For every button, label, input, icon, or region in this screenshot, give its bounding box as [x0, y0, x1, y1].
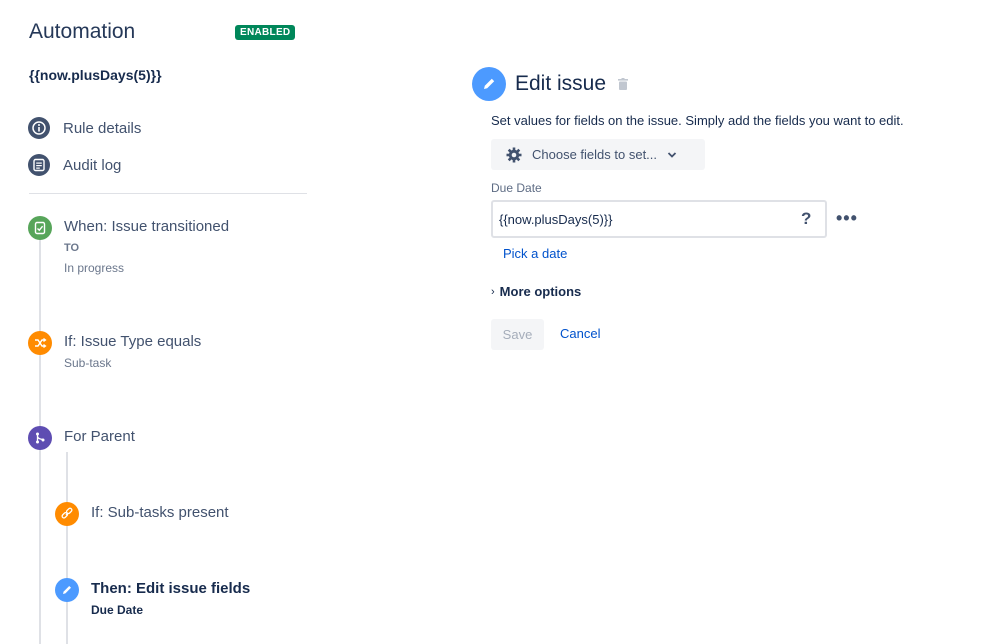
link-icon	[55, 502, 79, 526]
due-date-label: Due Date	[491, 181, 542, 195]
info-icon	[28, 117, 50, 139]
nav-rule-details-label: Rule details	[63, 119, 142, 137]
choose-fields-label: Choose fields to set...	[532, 147, 658, 162]
chevron-down-icon	[667, 151, 677, 159]
pencil-icon	[472, 67, 506, 101]
component-action-title: Then: Edit issue fields	[91, 580, 251, 597]
editor-header: Edit issue	[472, 67, 629, 101]
help-icon[interactable]: ?	[801, 209, 811, 229]
save-button[interactable]: Save	[491, 319, 544, 350]
component-trigger-to: TO	[64, 242, 80, 254]
more-actions-icon[interactable]: •••	[836, 209, 858, 227]
rule-name: {{now.plusDays(5)}}	[29, 67, 162, 83]
shuffle-icon	[28, 331, 52, 355]
component-branch-parent[interactable]: For Parent	[28, 426, 135, 450]
list-icon	[28, 154, 50, 176]
nav-rule-details[interactable]: Rule details	[28, 117, 141, 139]
nav-audit-log[interactable]: Audit log	[28, 154, 121, 176]
app-title: Automation	[29, 20, 136, 43]
component-subtasks-title: If: Sub-tasks present	[91, 504, 229, 521]
more-options-label: More options	[499, 284, 582, 299]
cancel-button[interactable]: Cancel	[560, 326, 600, 341]
editor-title: Edit issue	[515, 72, 607, 95]
trash-icon[interactable]	[618, 78, 629, 90]
due-date-input[interactable]	[491, 200, 827, 238]
component-condition-issue-type[interactable]: If: Issue Type equals Sub-task	[28, 331, 201, 373]
branch-icon	[28, 426, 52, 450]
component-trigger-status: In progress	[64, 261, 125, 275]
choose-fields-button[interactable]: Choose fields to set...	[491, 139, 705, 170]
more-options-toggle[interactable]: › More options	[491, 284, 581, 299]
gear-icon	[505, 146, 523, 164]
enabled-status-badge: ENABLED	[235, 25, 296, 40]
component-branch-title: For Parent	[64, 428, 135, 445]
component-trigger[interactable]: When: Issue transitioned TO In progress	[28, 216, 229, 278]
component-trigger-title: When: Issue transitioned	[64, 218, 230, 235]
pick-a-date-link[interactable]: Pick a date	[503, 246, 567, 261]
divider	[29, 193, 307, 194]
component-condition-value: Sub-task	[64, 356, 112, 370]
component-action-field: Due Date	[91, 603, 144, 617]
component-action-edit-issue[interactable]: Then: Edit issue fields Due Date	[55, 578, 250, 620]
chevron-right-icon: ›	[491, 285, 495, 298]
component-condition-subtasks[interactable]: If: Sub-tasks present	[55, 502, 229, 526]
trigger-icon	[28, 216, 52, 240]
editor-description: Set values for fields on the issue. Simp…	[491, 113, 904, 128]
rule-sidebar: Automation ENABLED {{now.plusDays(5)}} R…	[0, 0, 330, 644]
nav-audit-log-label: Audit log	[63, 156, 122, 174]
component-condition-title: If: Issue Type equals	[64, 333, 202, 350]
pencil-icon	[55, 578, 79, 602]
